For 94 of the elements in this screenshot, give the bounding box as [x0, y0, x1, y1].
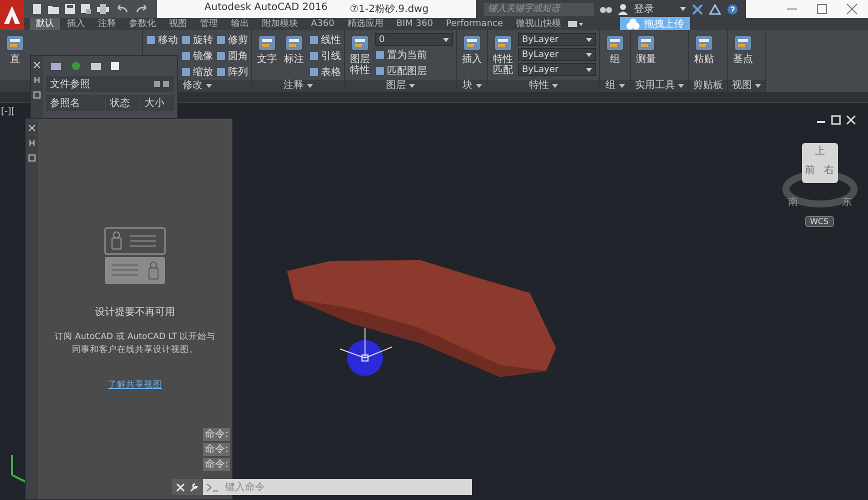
tool-icon [6, 34, 24, 52]
ribbon-tool-button[interactable]: 基点 [731, 32, 755, 80]
dropdown-field[interactable]: ByLayer [518, 63, 596, 76]
ribbon-tab[interactable]: 参数化 [123, 18, 162, 30]
close-icon[interactable] [33, 61, 41, 69]
print-icon[interactable] [97, 4, 109, 14]
redo-icon[interactable] [135, 4, 149, 14]
logo-icon [4, 6, 20, 24]
ribbon-tool-button[interactable]: 修剪 [216, 32, 248, 47]
ribbon-tab[interactable]: BIM 360 [390, 18, 439, 30]
tool-icon [606, 34, 624, 52]
ribbon-tool-button[interactable]: 缩放 [181, 64, 213, 79]
search-field[interactable]: 键入关键字或短语 [484, 2, 594, 16]
ribbon-tab[interactable]: Performance [440, 18, 510, 30]
tool-icon [463, 34, 481, 52]
tool-icon [494, 34, 512, 52]
ribbon-tool-button[interactable]: 圆角 [216, 48, 248, 63]
ribbon-tab[interactable]: 附加模块 [256, 18, 304, 30]
ribbon-tool-button[interactable]: 图层特性 [348, 32, 372, 80]
ribbon-tab[interactable]: 管理 [194, 18, 224, 30]
close-icon[interactable] [28, 124, 36, 132]
ribbon-tool-button[interactable]: 组 [603, 32, 627, 80]
ribbon-tool-button[interactable]: 旋转 [181, 32, 213, 47]
ribbon-tool-button[interactable]: 文字 [255, 32, 279, 80]
message-title: 设计提要不再可用 [95, 306, 175, 319]
ribbon-tool-button[interactable]: 移动 [146, 32, 178, 47]
ribbon-tool-button[interactable]: 镜像 [181, 48, 213, 63]
new-file-icon[interactable] [32, 4, 42, 14]
tool-icon [258, 34, 276, 52]
cube-face-label[interactable]: 前 [805, 163, 815, 177]
column-header[interactable]: 大小 [140, 95, 174, 111]
maximize-icon[interactable] [816, 3, 828, 15]
a360-icon[interactable] [709, 4, 721, 14]
ribbon-tab[interactable]: 微视山快模 [510, 18, 568, 30]
panel-toggle-icon[interactable] [568, 20, 584, 28]
file-name: ⑦1-2粉砂.9.dwg [350, 2, 429, 16]
message-text: 订阅 AutoCAD 或 AutoCAD LT 以开始与同事和客户在线共享设计视图。 [53, 331, 217, 357]
ribbon-tool-button[interactable]: 线性 [309, 32, 341, 47]
ribbon-tool-button[interactable]: 阵列 [216, 64, 248, 79]
save-icon[interactable] [65, 4, 75, 14]
wcs-menu-button[interactable]: WCS [805, 216, 834, 227]
dropdown-field[interactable]: ByLayer [518, 48, 596, 61]
binoculars-icon[interactable] [600, 4, 612, 14]
x-exchange-icon[interactable] [692, 4, 703, 14]
ribbon-tool-button[interactable]: 标注 [282, 32, 306, 80]
ribbon-tab[interactable]: 视图 [163, 18, 193, 30]
window-title: Autodesk AutoCAD 2016 [204, 2, 328, 15]
ribbon-tab[interactable]: 注释 [92, 18, 122, 30]
section-title: 文件参照 [50, 78, 90, 91]
column-header[interactable]: 参照名 [46, 95, 105, 111]
ribbon-tool-button[interactable]: 置为当前 [375, 47, 453, 62]
ribbon-tool-button[interactable]: 引线 [309, 48, 341, 63]
tool-icon [351, 34, 369, 52]
application-menu-button[interactable] [0, 0, 24, 30]
column-header[interactable]: 状态 [106, 95, 140, 111]
wrench-icon[interactable] [189, 482, 199, 492]
upload-label: 拖拽上传 [644, 18, 684, 30]
ribbon-tab[interactable]: 默认 [30, 18, 60, 30]
sign-in-link[interactable]: 登录 [634, 2, 654, 16]
ribbon-tab[interactable]: 输出 [225, 18, 255, 30]
folder-icon[interactable] [48, 4, 59, 14]
ribbon-tool-button[interactable]: 表格 [309, 64, 341, 79]
restore-icon[interactable] [831, 115, 841, 125]
tool-icon [695, 34, 713, 52]
ribbon-tool-button[interactable]: 粘贴 [692, 32, 716, 80]
move-gizmo-drawing[interactable] [340, 328, 392, 376]
dropdown-field[interactable]: ByLayer [518, 33, 596, 46]
tool-icon [734, 34, 752, 52]
ribbon-tool-button[interactable]: 匹配图层 [375, 63, 453, 78]
ribbon-tab[interactable]: 插入 [61, 18, 91, 30]
view-toggle-icon[interactable] [154, 80, 170, 88]
view-cube[interactable]: 上 前 右 [802, 143, 838, 183]
user-icon[interactable] [618, 4, 628, 14]
ribbon-tab[interactable]: A360 [305, 18, 340, 30]
undo-icon[interactable] [115, 4, 129, 14]
tool-icon [637, 34, 655, 52]
learn-more-link[interactable]: 了解共享视图 [108, 379, 162, 391]
ribbon-tool-button[interactable]: 直 [3, 32, 27, 92]
cloud-icon [626, 18, 640, 30]
ribbon-tool-button[interactable]: 特性匹配 [491, 32, 515, 80]
tool-icon [146, 34, 156, 44]
ribbon-tool-button[interactable]: 插入 [460, 32, 484, 80]
ribbon-tool-button[interactable]: 测量 [634, 32, 658, 80]
shared-view-drawing [104, 227, 166, 285]
cube-face-label[interactable]: 上 [815, 144, 825, 158]
tool-icon [285, 34, 303, 52]
caret-icon[interactable] [680, 7, 686, 11]
viewport-label[interactable]: [-][ [1, 107, 15, 117]
save-as-icon[interactable] [81, 4, 91, 14]
compass-label[interactable]: 南 [788, 195, 798, 209]
dropdown-field[interactable]: 0 [375, 33, 453, 46]
ribbon-tab[interactable]: 精选应用 [341, 18, 390, 30]
prompt-icon[interactable] [206, 482, 220, 492]
cube-face-label[interactable]: 右 [824, 163, 834, 177]
